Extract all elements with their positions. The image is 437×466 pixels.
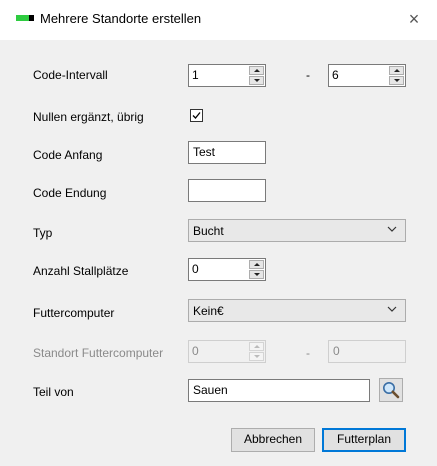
standort-to-field[interactable]: 0 xyxy=(328,340,406,363)
spin-up-button[interactable] xyxy=(249,342,264,351)
futtercomputer-value: Kein€ xyxy=(193,304,224,318)
chevron-down-icon xyxy=(387,306,397,312)
code-intervall-to-value: 6 xyxy=(332,68,339,82)
code-intervall-to-stepper[interactable]: 6 xyxy=(328,64,406,87)
code-intervall-label: Code-Intervall xyxy=(33,68,108,82)
code-anfang-field[interactable]: Test xyxy=(188,141,266,164)
code-intervall-from-value: 1 xyxy=(192,68,199,82)
cancel-button[interactable]: Abbrechen xyxy=(231,428,315,452)
spin-down-button[interactable] xyxy=(249,352,264,361)
code-endung-field[interactable] xyxy=(188,179,266,202)
anzahl-stallplaetze-stepper[interactable]: 0 xyxy=(188,258,266,281)
spin-down-button[interactable] xyxy=(389,76,404,85)
title-bar: Mehrere Standorte erstellen × xyxy=(0,0,437,40)
teil-von-field[interactable]: Sauen xyxy=(188,379,370,402)
range-separator: - xyxy=(306,68,310,82)
spin-up-button[interactable] xyxy=(389,66,404,75)
checkmark-icon xyxy=(192,112,201,119)
nullen-label: Nullen ergänzt, übrig xyxy=(33,110,144,124)
spin-up-button[interactable] xyxy=(249,260,264,269)
spin-up-button[interactable] xyxy=(249,66,264,75)
typ-value: Bucht xyxy=(193,224,224,238)
teil-von-label: Teil von xyxy=(33,385,74,399)
magnifier-icon xyxy=(383,382,400,399)
chevron-down-icon xyxy=(387,226,397,232)
dialog-window: Mehrere Standorte erstellen × Code-Inter… xyxy=(0,0,437,466)
code-intervall-from-stepper[interactable]: 1 xyxy=(188,64,266,87)
typ-select[interactable]: Bucht xyxy=(188,219,406,242)
standort-from-stepper[interactable]: 0 xyxy=(188,340,266,363)
nullen-checkbox[interactable] xyxy=(190,109,203,122)
futtercomputer-select[interactable]: Kein€ xyxy=(188,299,406,322)
futtercomputer-label: Futtercomputer xyxy=(33,306,115,320)
futterplan-button[interactable]: Futterplan xyxy=(322,428,406,452)
anzahl-stallplaetze-value: 0 xyxy=(192,262,199,276)
range-separator: - xyxy=(306,346,310,360)
anzahl-stallplaetze-label: Anzahl Stallplätze xyxy=(33,264,129,278)
standort-futtercomputer-label: Standort Futtercomputer xyxy=(33,346,164,360)
close-icon[interactable]: × xyxy=(403,8,425,30)
window-title: Mehrere Standorte erstellen xyxy=(40,11,202,26)
spin-down-button[interactable] xyxy=(249,270,264,279)
search-button[interactable] xyxy=(379,378,403,402)
standort-from-value: 0 xyxy=(192,344,199,358)
typ-label: Typ xyxy=(33,226,53,240)
app-icon xyxy=(16,15,34,21)
code-endung-label: Code Endung xyxy=(33,186,107,200)
spin-down-button[interactable] xyxy=(249,76,264,85)
code-anfang-label: Code Anfang xyxy=(33,148,103,162)
